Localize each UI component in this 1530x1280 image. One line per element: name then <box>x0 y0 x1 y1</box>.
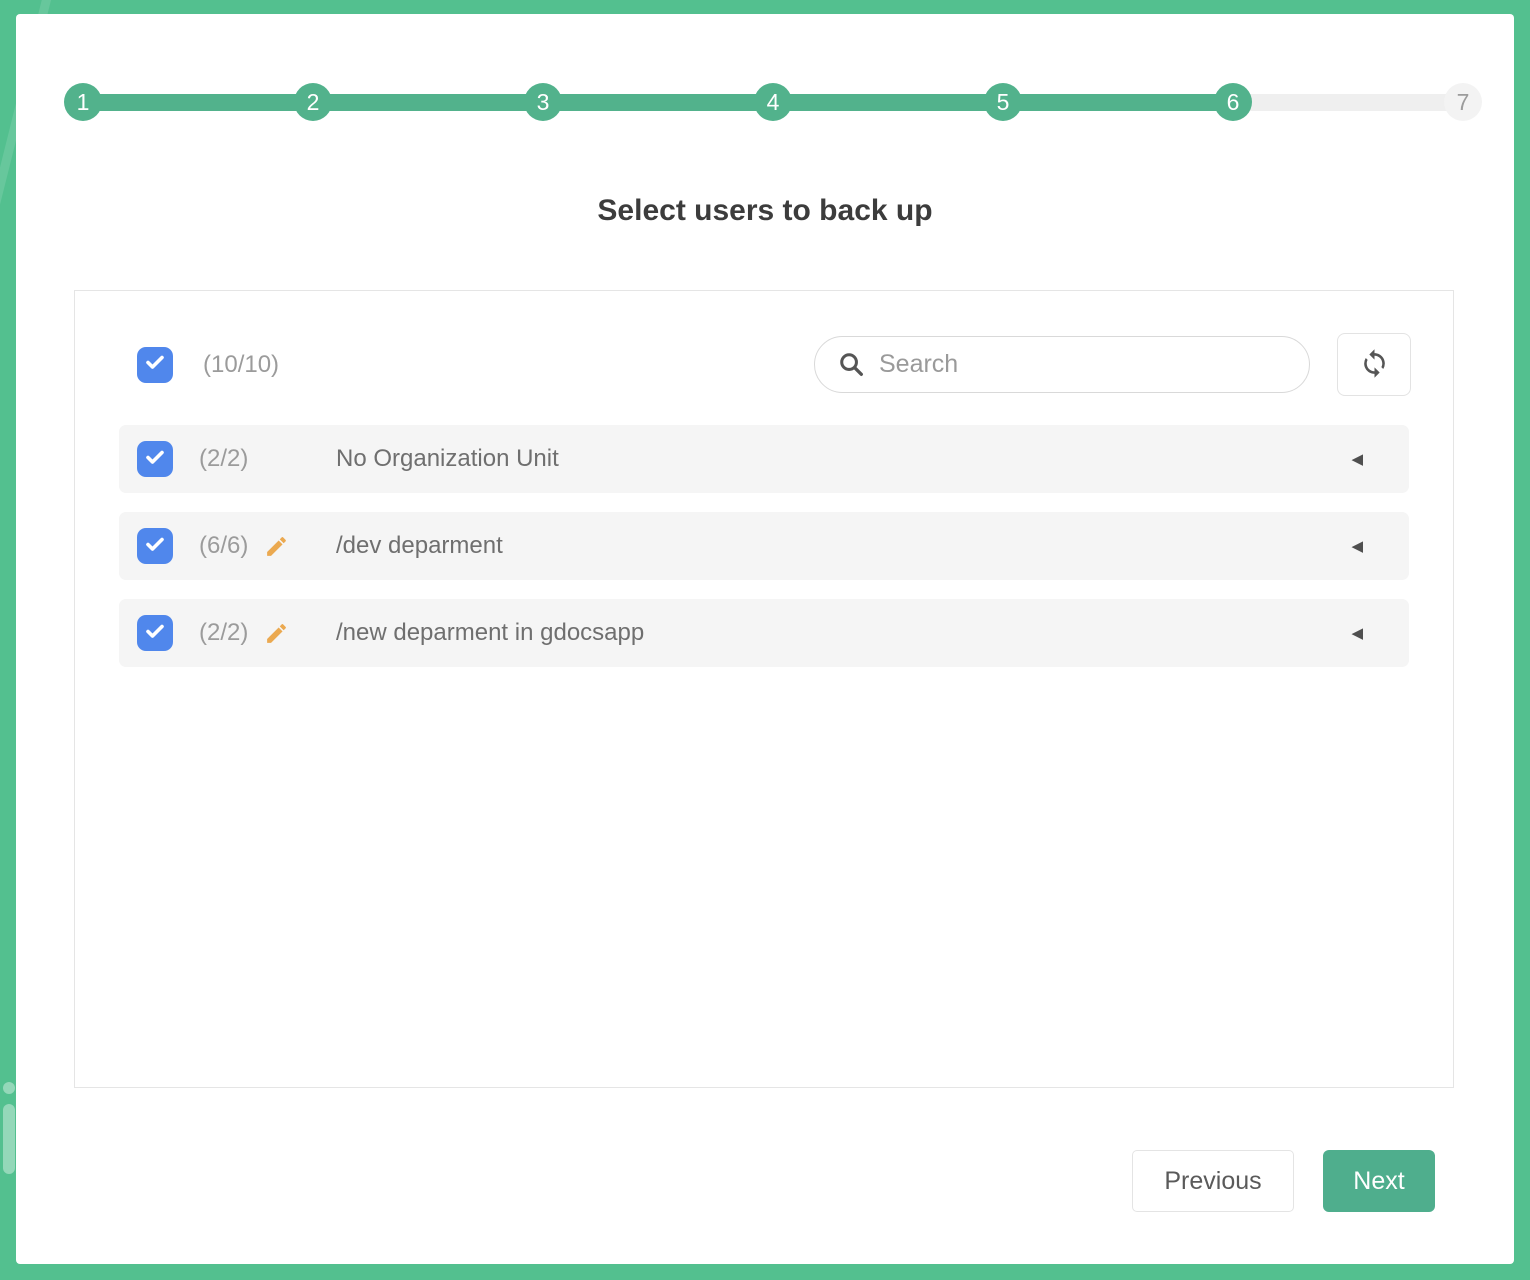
step-connector <box>1016 94 1220 111</box>
org-unit-list: (2/2) No Organization Unit ◀ (6/6) <box>75 425 1453 667</box>
user-selection-panel: (10/10) <box>74 290 1454 1088</box>
wizard-footer: Previous Next <box>1132 1150 1435 1212</box>
step-connector <box>786 94 990 111</box>
panel-header: (10/10) <box>75 291 1453 396</box>
step-7: 7 <box>1444 83 1482 121</box>
org-unit-row[interactable]: (6/6) /dev deparment ◀ <box>119 512 1409 580</box>
org-unit-name: /dev deparment <box>336 532 503 560</box>
org-unit-name: /new deparment in gdocsapp <box>336 619 644 647</box>
background-watermark-stem <box>3 1104 15 1174</box>
refresh-button[interactable] <box>1337 333 1411 396</box>
step-2: 2 <box>294 83 332 121</box>
checkmark-icon <box>143 350 167 379</box>
step-connector <box>96 94 300 111</box>
checkmark-icon <box>143 445 167 474</box>
collapse-arrow-icon[interactable]: ◀ <box>1351 539 1363 554</box>
row-count-column: (6/6) <box>199 532 336 560</box>
collapse-arrow-icon[interactable]: ◀ <box>1351 452 1363 467</box>
select-all-checkbox[interactable] <box>137 347 173 383</box>
row-selected-count: (6/6) <box>199 532 248 560</box>
row-selected-count: (2/2) <box>199 619 248 647</box>
selected-total-count: (10/10) <box>203 351 279 379</box>
search-box <box>814 336 1310 393</box>
refresh-icon <box>1359 348 1390 382</box>
row-checkbox[interactable] <box>137 528 173 564</box>
checkmark-icon <box>143 619 167 648</box>
step-1: 1 <box>64 83 102 121</box>
org-unit-name: No Organization Unit <box>336 445 559 473</box>
step-connector <box>326 94 530 111</box>
checkmark-icon <box>143 532 167 561</box>
row-count-column: (2/2) <box>199 445 336 473</box>
row-selected-count: (2/2) <box>199 445 248 473</box>
step-3: 3 <box>524 83 562 121</box>
step-4: 4 <box>754 83 792 121</box>
step-5: 5 <box>984 83 1022 121</box>
next-button[interactable]: Next <box>1323 1150 1435 1212</box>
step-6: 6 <box>1214 83 1252 121</box>
progress-stepper: 1 2 3 4 5 6 7 <box>64 83 1482 121</box>
row-count-column: (2/2) <box>199 619 336 647</box>
wizard-card: 1 2 3 4 5 6 7 Select users to back up (1… <box>16 14 1514 1264</box>
step-connector-inactive <box>1246 94 1450 111</box>
search-input[interactable] <box>814 336 1310 393</box>
collapse-arrow-icon[interactable]: ◀ <box>1351 626 1363 641</box>
edit-pencil-icon[interactable] <box>264 621 289 646</box>
step-connector <box>556 94 760 111</box>
row-checkbox[interactable] <box>137 441 173 477</box>
org-unit-row[interactable]: (2/2) /new deparment in gdocsapp ◀ <box>119 599 1409 667</box>
org-unit-row[interactable]: (2/2) No Organization Unit ◀ <box>119 425 1409 493</box>
row-checkbox[interactable] <box>137 615 173 651</box>
background-watermark-dot <box>3 1082 15 1094</box>
page-title: Select users to back up <box>16 194 1514 228</box>
previous-button[interactable]: Previous <box>1132 1150 1294 1212</box>
edit-pencil-icon[interactable] <box>264 534 289 559</box>
